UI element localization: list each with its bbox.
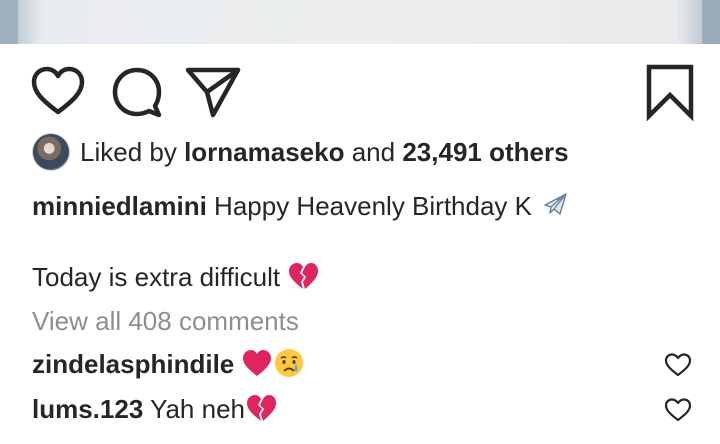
paper-plane-icon bbox=[185, 67, 241, 118]
comment-item: lums.123 Yah neh bbox=[32, 390, 692, 428]
comment-body: Yah neh bbox=[150, 394, 245, 424]
broken-heart-icon bbox=[245, 392, 277, 434]
like-button[interactable] bbox=[28, 62, 88, 122]
heart-icon bbox=[664, 353, 692, 377]
caption-text: Happy Heavenly Birthday K bbox=[214, 191, 532, 221]
heart-icon bbox=[31, 66, 85, 115]
broken-heart-icon bbox=[287, 260, 319, 302]
comment-text: zindelasphindile bbox=[32, 345, 692, 389]
crying-face-icon bbox=[273, 347, 305, 389]
comment-bubble-icon bbox=[112, 67, 162, 118]
airplane-icon bbox=[539, 189, 571, 231]
save-button[interactable] bbox=[640, 62, 700, 122]
likes-connector: and bbox=[351, 137, 396, 167]
likes-summary[interactable]: Liked by lornamaseko and 23,491 others bbox=[32, 133, 569, 171]
liker-avatar[interactable] bbox=[32, 133, 70, 171]
red-heart-icon bbox=[241, 347, 273, 389]
caption-username[interactable]: minniedlamini bbox=[32, 191, 207, 221]
caption-line-2: Today is extra difficult bbox=[32, 258, 319, 302]
post-image-edge-left bbox=[0, 0, 18, 44]
comment-username[interactable]: lums.123 bbox=[32, 394, 143, 424]
post-image-edge-right bbox=[702, 0, 720, 44]
share-button[interactable] bbox=[183, 62, 243, 122]
likes-text: Liked by lornamaseko and 23,491 others bbox=[80, 133, 569, 171]
comment-item: zindelasphindile bbox=[32, 345, 692, 383]
caption: minniedlamini Happy Heavenly Birthday K bbox=[32, 187, 571, 231]
likes-prefix: Liked by bbox=[80, 137, 177, 167]
likes-others-count[interactable]: 23,491 others bbox=[402, 137, 568, 167]
comment-username[interactable]: zindelasphindile bbox=[32, 349, 234, 379]
caption-line-2-text: Today is extra difficult bbox=[32, 262, 281, 292]
view-all-comments-link[interactable]: View all 408 comments bbox=[32, 302, 299, 340]
bookmark-icon bbox=[646, 64, 694, 122]
post-image[interactable] bbox=[0, 0, 720, 44]
comment-text: lums.123 Yah neh bbox=[32, 390, 692, 434]
heart-icon bbox=[664, 398, 692, 422]
comment-button[interactable] bbox=[107, 62, 167, 122]
comment-like-button[interactable] bbox=[664, 352, 692, 378]
comment-like-button[interactable] bbox=[664, 397, 692, 423]
liker-username[interactable]: lornamaseko bbox=[184, 137, 344, 167]
post-action-bar bbox=[0, 62, 720, 122]
